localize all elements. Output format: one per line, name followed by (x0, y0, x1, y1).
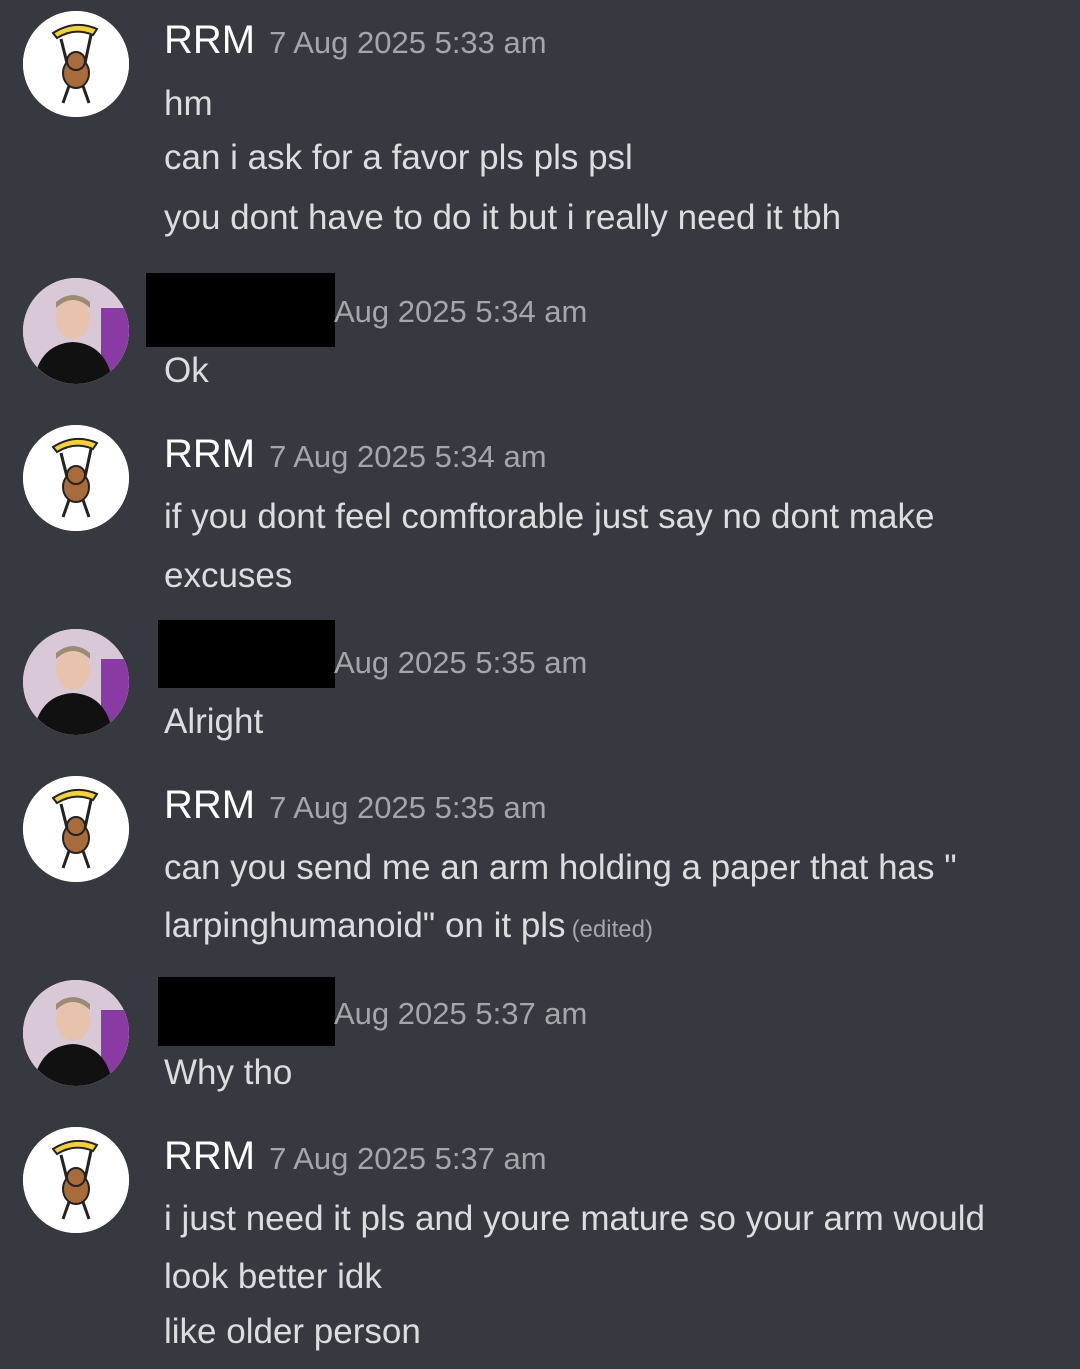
message-timestamp: Aug 2025 5:37 am (334, 996, 588, 1031)
message-text: look better idk (164, 1257, 382, 1296)
message-header: RRM 7 Aug 2025 5:35 am (164, 783, 547, 828)
redacted-username (158, 977, 335, 1046)
person-photo-avatar[interactable] (23, 980, 129, 1086)
message-text: can i ask for a favor pls pls psl (164, 138, 633, 177)
message-timestamp: 7 Aug 2025 5:37 am (269, 1141, 547, 1176)
person-icon (23, 980, 129, 1086)
message-text: larpinghumanoid" on it pls (edited) (164, 906, 653, 946)
message-text: Ok (164, 351, 209, 390)
redacted-username (158, 620, 335, 688)
monkey-banana-avatar[interactable] (23, 1127, 129, 1233)
message-timestamp: 7 Aug 2025 5:35 am (269, 790, 547, 825)
message-text: you dont have to do it but i really need… (164, 198, 842, 237)
message-text: Alright (164, 702, 264, 741)
person-photo-avatar[interactable] (23, 629, 129, 735)
message-timestamp: Aug 2025 5:35 am (334, 645, 588, 680)
message-timestamp: 7 Aug 2025 5:34 am (269, 439, 547, 474)
author-name[interactable]: RRM (164, 18, 255, 63)
message-timestamp: 7 Aug 2025 5:33 am (269, 25, 547, 60)
message-header: RRM 7 Aug 2025 5:34 am (164, 432, 547, 477)
monkey-banana-avatar[interactable] (23, 776, 129, 882)
message-text: like older person (164, 1312, 421, 1351)
redacted-username (146, 273, 335, 347)
message-text: excuses (164, 556, 293, 595)
message-text: if you dont feel comftorable just say no… (164, 497, 935, 536)
person-icon (23, 629, 129, 735)
message-header: RRM 7 Aug 2025 5:37 am (164, 1134, 547, 1179)
message-text: hm (164, 84, 213, 123)
message-header: RRM 7 Aug 2025 5:33 am (164, 18, 547, 63)
monkey-banana-avatar[interactable] (23, 11, 129, 117)
message-text: Why tho (164, 1053, 293, 1092)
monkey-icon (23, 1127, 129, 1233)
author-name[interactable]: RRM (164, 1134, 255, 1179)
monkey-icon (23, 11, 129, 117)
author-name[interactable]: RRM (164, 783, 255, 828)
author-name[interactable]: RRM (164, 432, 255, 477)
message-text: i just need it pls and youre mature so y… (164, 1199, 985, 1238)
message-text-segment: larpinghumanoid" on it pls (164, 906, 566, 945)
edited-label: (edited) (571, 916, 653, 943)
person-photo-avatar[interactable] (23, 278, 129, 384)
monkey-icon (23, 776, 129, 882)
monkey-banana-avatar[interactable] (23, 425, 129, 531)
monkey-icon (23, 425, 129, 531)
person-icon (23, 278, 129, 384)
message-text: can you send me an arm holding a paper t… (164, 848, 957, 887)
message-timestamp: Aug 2025 5:34 am (334, 294, 588, 329)
